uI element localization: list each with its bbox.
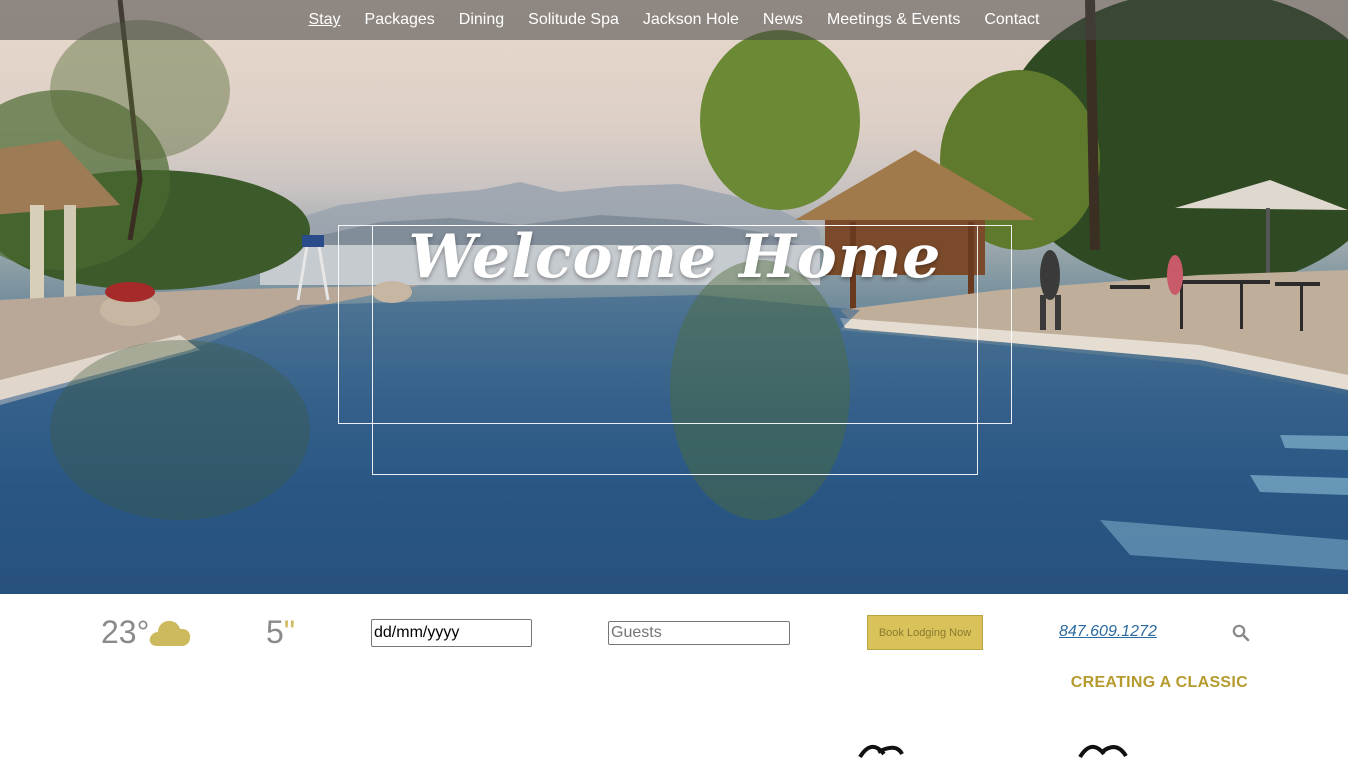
nav-item-solitude-spa[interactable]: Solitude Spa <box>528 11 619 29</box>
nav-item-packages[interactable]: Packages <box>365 11 435 29</box>
nav-item-contact[interactable]: Contact <box>984 11 1039 29</box>
search-icon[interactable] <box>1232 624 1250 647</box>
section-tagline: CREATING A CLASSIC <box>1070 674 1248 691</box>
snow-depth: 5" <box>266 614 295 651</box>
arrival-date-input[interactable] <box>371 619 532 647</box>
nav-item-news[interactable]: News <box>763 11 803 29</box>
weather-temperature: 23° <box>101 614 150 650</box>
nav-item-meetings-events[interactable]: Meetings & Events <box>827 11 960 29</box>
hero-title: Welcome Home <box>408 222 942 292</box>
nav-item-stay[interactable]: Stay <box>309 11 341 29</box>
nav-item-dining[interactable]: Dining <box>459 11 504 29</box>
cloud-icon <box>148 616 192 653</box>
phone-link[interactable]: 847.609.1272 <box>1059 623 1157 641</box>
snow-depth-unit: " <box>283 614 296 650</box>
nav-item-jackson-hole[interactable]: Jackson Hole <box>643 11 739 29</box>
snow-depth-value: 5 <box>266 614 284 650</box>
script-heading-peek <box>850 732 1150 762</box>
hero-section: Stay Packages Dining Solitude Spa Jackso… <box>0 0 1348 594</box>
guests-input[interactable] <box>608 621 790 645</box>
book-lodging-button[interactable]: Book Lodging Now <box>867 615 983 650</box>
main-navigation: Stay Packages Dining Solitude Spa Jackso… <box>0 0 1348 40</box>
